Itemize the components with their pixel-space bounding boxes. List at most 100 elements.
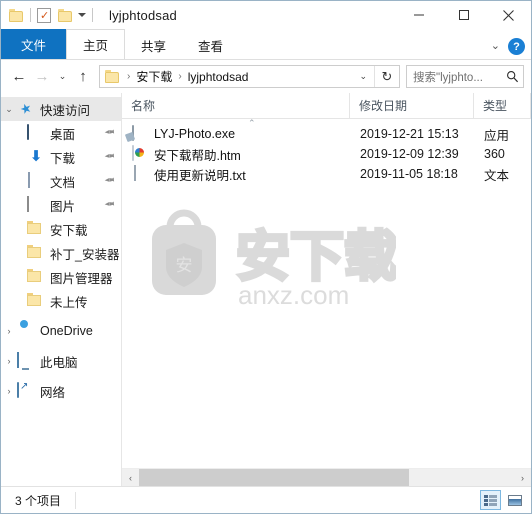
pictures-icon [27, 196, 45, 213]
breadcrumb-item-1[interactable]: lyjphtodsad [186, 70, 251, 84]
pin-icon[interactable] [102, 198, 117, 213]
address-dropdown-icon[interactable]: ⌄ [352, 71, 374, 82]
file-name: LYJ-Photo.exe [154, 127, 236, 141]
explorer-body: ⌄ ★ 快速访问 桌面 ⬇ 下载 文档 图片 安下载 补丁_安装器 图片管理器 … [1, 93, 531, 486]
maximize-button[interactable] [441, 1, 486, 29]
scrollbar-track[interactable] [139, 469, 514, 486]
large-icons-view-button[interactable] [504, 490, 525, 510]
sidebar-item-documents[interactable]: 文档 [1, 169, 121, 193]
sidebar-item-desktop[interactable]: 桌面 [1, 121, 121, 145]
breadcrumb-separator-0[interactable]: › [123, 71, 134, 82]
refresh-icon[interactable]: ↻ [375, 69, 399, 85]
ribbon-tabs: 文件 主页 共享 查看 [1, 29, 239, 59]
sidebar-item-label: 此电脑 [40, 355, 78, 370]
tab-file[interactable]: 文件 [1, 29, 67, 59]
details-view-button[interactable] [480, 490, 501, 510]
properties-icon[interactable]: ✓ [37, 7, 51, 23]
sidebar-item-label: OneDrive [40, 324, 93, 338]
scrollbar-thumb[interactable] [139, 469, 409, 486]
window-title: lyjphtodsad [109, 7, 177, 23]
sidebar-item-pictures[interactable]: 图片 [1, 193, 121, 217]
column-header-name[interactable]: 名称 [122, 93, 350, 118]
file-type: 文本 [484, 168, 510, 183]
chevron-down-icon[interactable]: ⌄ [491, 41, 500, 52]
table-row[interactable]: LYJ-Photo.exe 2019-12-21 15:13 应用 [122, 124, 531, 144]
svg-text:anxz.com: anxz.com [238, 280, 349, 310]
search-icon[interactable] [501, 70, 523, 83]
sidebar-item-picture-manager[interactable]: 图片管理器 [1, 265, 121, 289]
view-mode-buttons [480, 490, 525, 510]
table-row[interactable]: 安下载帮助.htm 2019-12-09 12:39 360 [122, 144, 531, 164]
sidebar-item-patch-installer[interactable]: 补丁_安装器 [1, 241, 121, 265]
chevron-right-icon[interactable]: › [1, 326, 17, 336]
sidebar-item-label: 图片 [50, 199, 76, 214]
sidebar-item-label: 补丁_安装器 [50, 247, 120, 262]
sidebar-item-label: 未上传 [50, 295, 88, 310]
address-bar: ← → ⌄ ↑ › 安下载 › lyjphtodsad ⌄ ↻ 搜索"lyjph… [1, 60, 531, 93]
onedrive-icon [17, 323, 35, 339]
navigation-pane[interactable]: ⌄ ★ 快速访问 桌面 ⬇ 下载 文档 图片 安下载 补丁_安装器 图片管理器 … [1, 93, 122, 486]
sidebar-item-not-uploaded[interactable]: 未上传 [1, 289, 121, 313]
star-pin-icon: ★ [17, 99, 34, 118]
file-list[interactable]: 安 安下载 anxz.com LYJ-Photo.exe 2019-12-21 … [122, 119, 531, 468]
back-button[interactable]: ← [8, 65, 30, 89]
sidebar-item-anxiazai[interactable]: 安下载 [1, 217, 121, 241]
sidebar-item-quick-access[interactable]: ⌄ ★ 快速访问 [1, 97, 121, 121]
file-date: 2019-11-05 18:18 [360, 167, 458, 181]
search-input[interactable]: 搜索"lyjphto... [407, 69, 501, 85]
tab-view[interactable]: 查看 [182, 31, 239, 59]
scroll-left-icon[interactable]: ‹ [122, 469, 139, 486]
close-button[interactable] [486, 1, 531, 29]
checkmark-glyph: ✓ [40, 9, 50, 22]
minimize-button[interactable] [396, 1, 441, 29]
sidebar-item-onedrive[interactable]: › OneDrive [1, 319, 121, 343]
pin-icon[interactable] [102, 174, 117, 189]
pin-icon[interactable] [102, 150, 117, 165]
quick-access-toolbar: ✓ lyjphtodsad [1, 7, 177, 23]
sidebar-item-label: 图片管理器 [50, 271, 113, 286]
pin-icon[interactable] [102, 126, 117, 141]
status-divider [75, 491, 77, 509]
large-icons-view-icon [507, 494, 522, 506]
title-bar: ✓ lyjphtodsad [1, 1, 531, 29]
tab-home[interactable]: 主页 [66, 29, 126, 59]
desktop-icon [27, 124, 45, 141]
sidebar-item-this-pc[interactable]: › 此电脑 [1, 349, 121, 373]
tab-share[interactable]: 共享 [125, 31, 182, 59]
breadcrumb[interactable]: › 安下载 › lyjphtodsad ⌄ ↻ [99, 65, 400, 88]
svg-text:安下载: 安下载 [236, 227, 396, 287]
file-type: 应用 [484, 128, 510, 143]
horizontal-scrollbar[interactable]: ‹ › [122, 468, 531, 486]
sidebar-item-downloads[interactable]: ⬇ 下载 [1, 145, 121, 169]
column-header-date[interactable]: 修改日期 [350, 93, 474, 118]
sidebar-item-label: 桌面 [50, 127, 76, 142]
search-box[interactable]: 搜索"lyjphto... [406, 65, 524, 88]
breadcrumb-folder-icon [105, 70, 120, 83]
qat-divider-1 [30, 8, 31, 22]
table-row[interactable]: 使用更新说明.txt 2019-11-05 18:18 文本 [122, 164, 531, 184]
help-icon[interactable]: ? [508, 38, 525, 55]
new-folder-icon[interactable] [58, 8, 73, 22]
svg-text:安: 安 [176, 256, 193, 275]
watermark-logo: 安 安下载 anxz.com [144, 201, 400, 311]
sidebar-item-label: 下载 [50, 151, 76, 166]
download-icon: ⬇ [29, 148, 43, 165]
recent-locations-icon[interactable]: ⌄ [54, 65, 71, 89]
chevron-right-icon[interactable]: › [1, 356, 17, 366]
breadcrumb-item-0[interactable]: 安下载 [134, 68, 174, 85]
folder-icon [27, 293, 45, 309]
column-header-type[interactable]: 类型 [474, 93, 531, 118]
breadcrumb-separator-1[interactable]: › [174, 71, 185, 82]
customize-qat-caret-icon[interactable] [78, 13, 86, 17]
scroll-right-icon[interactable]: › [514, 469, 531, 486]
up-button[interactable]: ↑ [72, 65, 94, 89]
file-explorer-window: ✓ lyjphtodsad 文件 主页 共享 查看 ⌄ ? ← → ⌄ ↑ › … [0, 0, 532, 514]
item-count-label: 3 个项目 [15, 493, 62, 508]
folder-icon [27, 245, 45, 261]
folder-icon [27, 221, 45, 237]
folder-icon[interactable] [9, 8, 24, 22]
file-date: 2019-12-21 15:13 [360, 127, 459, 141]
sidebar-item-network[interactable]: › 网络 [1, 379, 121, 403]
chevron-right-icon[interactable]: › [1, 386, 17, 396]
content-pane: 名称 修改日期 类型 ⌃ 安 安下载 anxz.com LYJ-Photo.ex… [122, 93, 531, 486]
